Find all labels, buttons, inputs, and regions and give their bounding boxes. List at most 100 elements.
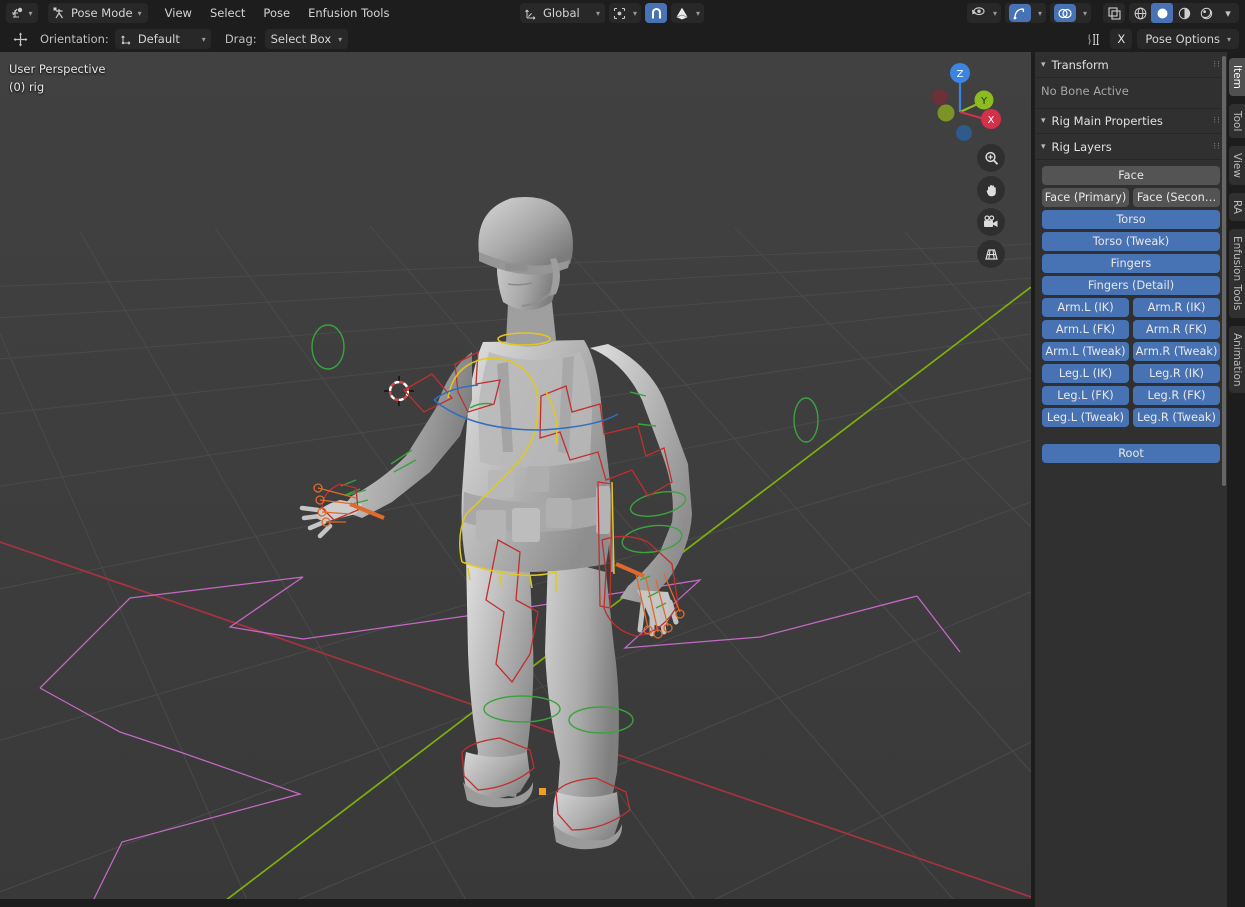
- rig-layers-spacer: [1042, 430, 1220, 444]
- no-bone-active-label: No Bone Active: [1041, 84, 1129, 98]
- rig-layer-button-leg-r-ik[interactable]: Leg.R (IK): [1133, 364, 1220, 383]
- section-header-transform[interactable]: ▾ Transform ⁝⁝: [1035, 52, 1227, 78]
- drag-dropdown[interactable]: Select Box ▾: [264, 29, 349, 49]
- editor-type-icon[interactable]: ▾: [6, 3, 38, 23]
- rig-layer-button-row: Arm.L (Tweak) Arm.R (Tweak): [1042, 342, 1220, 361]
- transform-orientation-dropdown[interactable]: Global ▾: [520, 3, 605, 23]
- rig-layer-button-arm-l-tweak[interactable]: Arm.L (Tweak): [1042, 342, 1129, 361]
- pose-x-button[interactable]: X: [1110, 29, 1133, 49]
- overlays-icon[interactable]: [1053, 4, 1076, 22]
- mode-label: Pose Mode: [71, 6, 133, 20]
- magnet-icon[interactable]: [645, 3, 668, 23]
- drag-value-label: Select Box: [270, 32, 332, 46]
- rig-layer-button-row: Leg.L (FK) Leg.R (FK): [1042, 386, 1220, 405]
- sidebar-tab-strip: Item Tool View RA Enfusion Tools Animation: [1227, 52, 1245, 907]
- rig-layer-button-leg-l-ik[interactable]: Leg.L (IK): [1042, 364, 1129, 383]
- orientation-label: Orientation:: [40, 32, 109, 46]
- sidebar-tab-ra[interactable]: RA: [1229, 193, 1245, 222]
- rig-layer-button-arm-r-tweak[interactable]: Arm.R (Tweak): [1133, 342, 1220, 361]
- orientation-dropdown[interactable]: Default ▾: [114, 29, 211, 49]
- section-title-rig-layers: Rig Layers: [1051, 139, 1112, 154]
- rig-layer-button-torso-tweak[interactable]: Torso (Tweak): [1042, 232, 1220, 251]
- zoom-icon[interactable]: [977, 144, 1005, 172]
- rig-layer-button-arm-r-ik[interactable]: Arm.R (IK): [1133, 298, 1220, 317]
- sidebar-tab-item[interactable]: Item: [1229, 58, 1245, 96]
- rendered-shading-icon[interactable]: [1195, 3, 1217, 23]
- rig-layer-button-face[interactable]: Face: [1042, 166, 1220, 185]
- rig-layer-button-row: Leg.L (Tweak) Leg.R (Tweak): [1042, 408, 1220, 427]
- viewport-header: ▾ Pose Mode ▾ View Select Pose Enfusion …: [0, 0, 1245, 26]
- viewport-nav-buttons: [977, 144, 1009, 272]
- rig-layer-button-fingers-detail[interactable]: Fingers (Detail): [1042, 276, 1220, 295]
- solid-shading-icon[interactable]: [1151, 3, 1173, 23]
- gizmo-z-label: Z: [957, 69, 964, 80]
- section-header-rig-layers[interactable]: ▾ Rig Layers ⁝⁝: [1035, 134, 1227, 160]
- wireframe-shading-icon[interactable]: [1129, 3, 1151, 23]
- proportional-edit-icon: [675, 7, 689, 20]
- toggle-xray-icon[interactable]: [1103, 3, 1125, 23]
- gizmo-y-label: Y: [980, 96, 988, 107]
- menu-view[interactable]: View: [156, 3, 201, 23]
- rig-layer-button-row: Arm.L (IK) Arm.R (IK): [1042, 298, 1220, 317]
- rig-layer-button-face-primary[interactable]: Face (Primary): [1042, 188, 1129, 207]
- gizmo-icon[interactable]: [1008, 4, 1031, 22]
- gizmo-dropdown[interactable]: ▾: [1004, 3, 1046, 23]
- chevron-down-icon: ▾: [1041, 141, 1046, 152]
- gizmo-axis-negx-ball: [932, 89, 948, 105]
- drag-label: Drag:: [224, 32, 257, 46]
- orientation-dropdown-icon: [120, 33, 133, 46]
- section-title-rig-main: Rig Main Properties: [1051, 114, 1163, 128]
- pivot-point-dropdown[interactable]: ▾: [609, 3, 642, 23]
- overlays-dropdown[interactable]: ▾: [1049, 3, 1091, 23]
- navigation-gizmo[interactable]: Z Y X: [916, 57, 1006, 147]
- chevron-down-icon: ▾: [1041, 116, 1046, 126]
- mode-dropdown[interactable]: Pose Mode ▾: [48, 3, 148, 23]
- chevron-down-icon: ▾: [1041, 59, 1046, 70]
- rig-layers-button-grid: Face Face (Primary) Face (Secon… Torso Torso…: [1035, 160, 1227, 474]
- rig-layer-button-torso[interactable]: Torso: [1042, 210, 1220, 229]
- blender-window: ▾ Pose Mode ▾ View Select Pose Enfusion …: [0, 0, 1245, 907]
- rig-layer-button-arm-l-ik[interactable]: Arm.L (IK): [1042, 298, 1129, 317]
- rig-layer-button-row: Leg.L (IK) Leg.R (IK): [1042, 364, 1220, 383]
- rig-layer-button-fingers[interactable]: Fingers: [1042, 254, 1220, 273]
- material-shading-icon[interactable]: [1173, 3, 1195, 23]
- gizmo-axis-negz-ball: [956, 125, 972, 141]
- section-header-rig-main-properties[interactable]: ▾ Rig Main Properties ⁝⁝: [1035, 108, 1227, 134]
- sidebar-tab-animation[interactable]: Animation: [1229, 325, 1245, 394]
- 3d-viewport[interactable]: User Perspective (0) rig Z Y X: [0, 52, 1031, 907]
- menu-enfusion-tools[interactable]: Enfusion Tools: [299, 3, 398, 23]
- shading-dropdown-chevron-icon[interactable]: ▾: [1217, 3, 1239, 23]
- camera-icon[interactable]: [977, 208, 1005, 236]
- object-origin-point: [539, 788, 546, 795]
- proportional-edit-dropdown[interactable]: ▾: [671, 3, 705, 23]
- rig-layer-button-face-secon[interactable]: Face (Secon…: [1133, 188, 1220, 207]
- menu-pose[interactable]: Pose: [254, 3, 299, 23]
- rig-layer-button-arm-l-fk[interactable]: Arm.L (FK): [1042, 320, 1129, 339]
- orientation-value: Global: [543, 6, 580, 20]
- rig-layer-button-leg-l-fk[interactable]: Leg.L (FK): [1042, 386, 1129, 405]
- rig-layer-button-root[interactable]: Root: [1042, 444, 1220, 463]
- sidebar-tab-tool[interactable]: Tool: [1229, 103, 1245, 139]
- sidebar-scrollbar[interactable]: [1222, 56, 1226, 486]
- move-tool-icon: [12, 31, 29, 48]
- rig-layer-button-row: Face (Primary) Face (Secon…: [1042, 188, 1220, 207]
- menu-select[interactable]: Select: [201, 3, 254, 23]
- sidebar-tab-enfusion-tools[interactable]: Enfusion Tools: [1229, 229, 1245, 318]
- object-visibility-icon: [971, 7, 986, 19]
- rig-layer-button-leg-r-tweak[interactable]: Leg.R (Tweak): [1133, 408, 1220, 427]
- pivot-point-icon: [613, 7, 626, 20]
- pose-options-dropdown[interactable]: Pose Options ▾: [1137, 29, 1239, 49]
- copy-pose-icon[interactable]: [1083, 29, 1105, 49]
- gizmo-axis-negy-ball: [937, 104, 955, 122]
- sidebar-tab-view[interactable]: View: [1229, 146, 1245, 186]
- pan-hand-icon[interactable]: [977, 176, 1005, 204]
- rig-layer-button-leg-r-fk[interactable]: Leg.R (FK): [1133, 386, 1220, 405]
- ortho-persp-icon[interactable]: [977, 240, 1005, 268]
- rig-layer-button-arm-r-fk[interactable]: Arm.R (FK): [1133, 320, 1220, 339]
- rig-layer-button-leg-l-tweak[interactable]: Leg.L (Tweak): [1042, 408, 1129, 427]
- tool-settings-bar: Orientation: Default ▾ Drag: Select Box …: [0, 26, 1245, 52]
- object-visibility-dropdown[interactable]: ▾: [966, 3, 1001, 23]
- section-title-transform: Transform: [1051, 57, 1109, 72]
- grip-icon: ⁝⁝: [1213, 59, 1221, 70]
- pose-options-label: Pose Options: [1145, 32, 1220, 46]
